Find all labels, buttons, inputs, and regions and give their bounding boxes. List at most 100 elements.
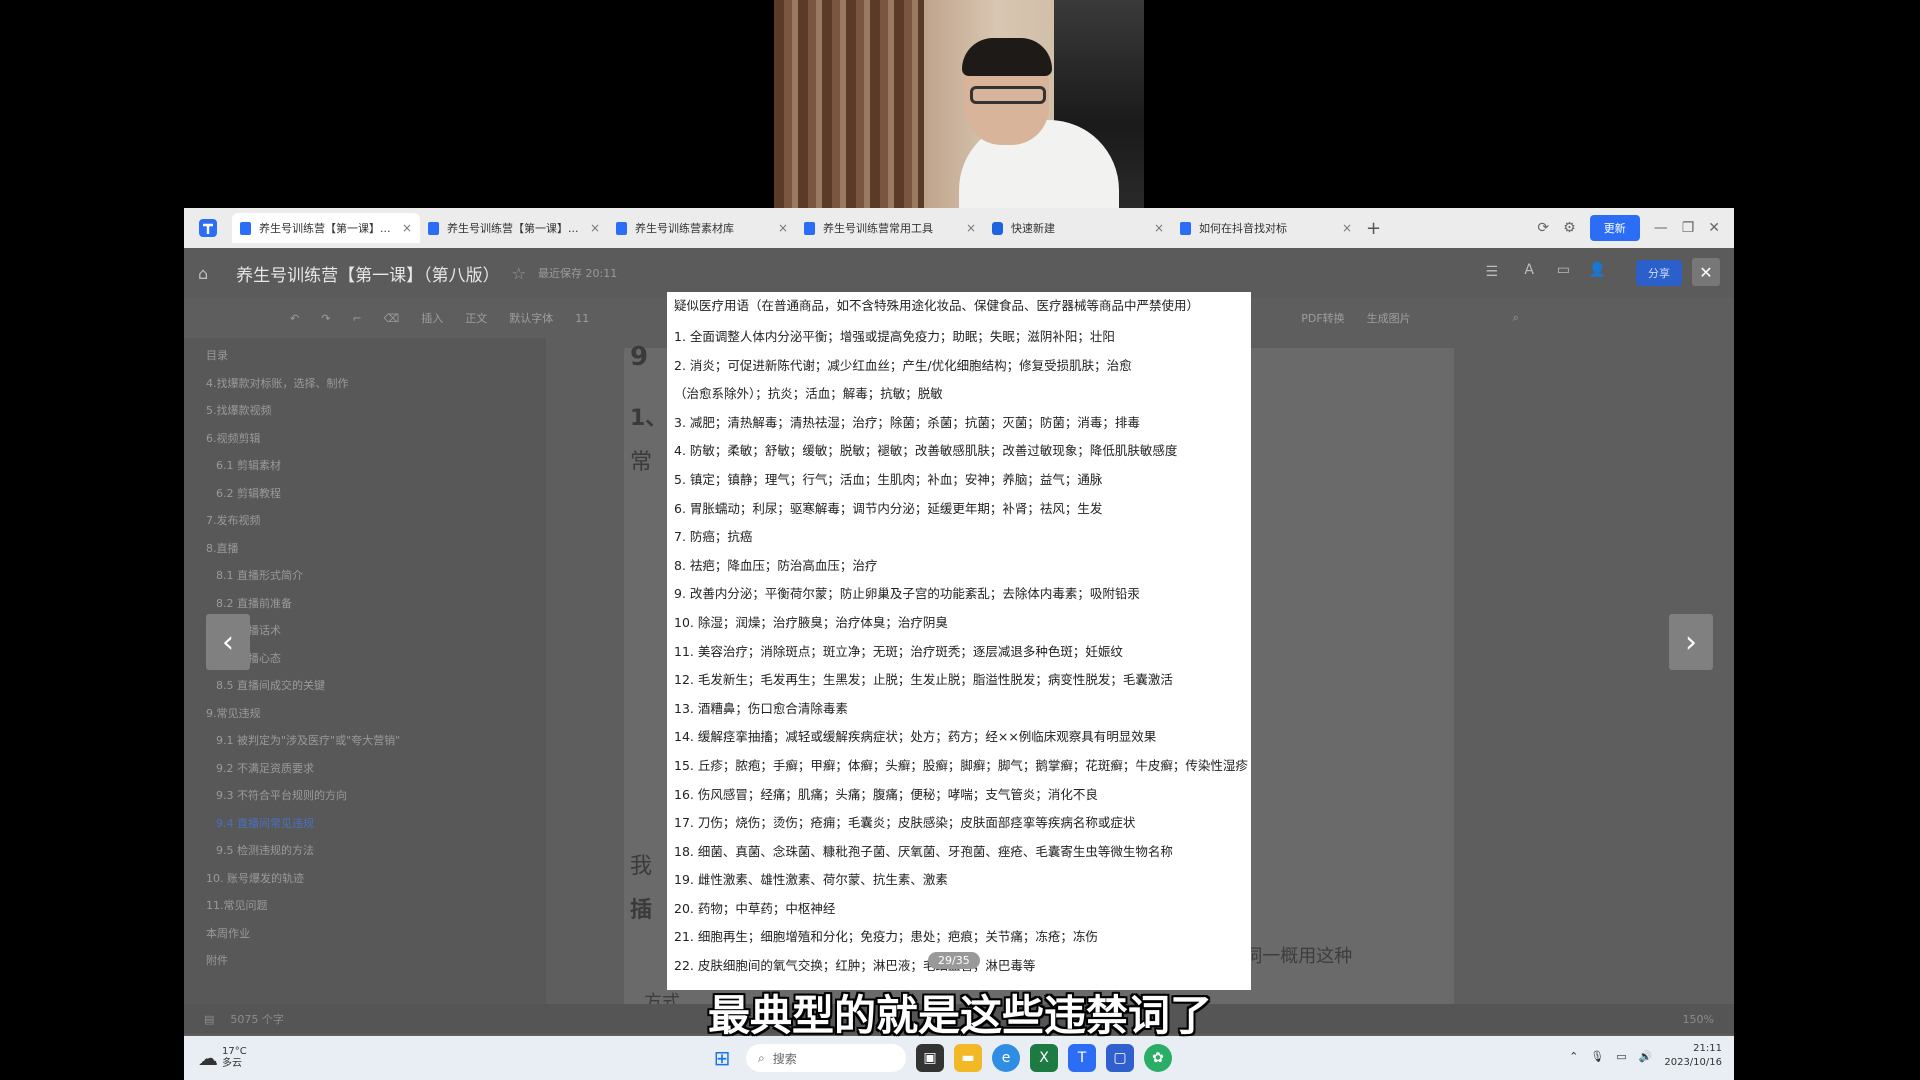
star-icon[interactable]: ☆ — [512, 264, 526, 283]
close-tab-icon[interactable]: × — [1154, 221, 1164, 235]
tab-doc-1[interactable]: 养生号训练营【第一课】... × — [232, 213, 420, 243]
outline-item[interactable]: 9.1 被判定为"涉及医疗"或"夸大营销" — [206, 727, 546, 755]
meeting-app-icon[interactable]: ▢ — [1106, 1044, 1134, 1072]
new-tab-icon[interactable]: + — [1366, 218, 1381, 239]
outline-item[interactable]: 9.4 直播间常见违规 — [206, 810, 546, 838]
tab-doc-4[interactable]: 养生号训练营常用工具 × — [796, 213, 984, 243]
outline-item[interactable]: 8.3 直播话术 — [206, 617, 546, 645]
style-select[interactable]: 正文 — [465, 310, 487, 326]
tab-quick-new[interactable]: 快速新建 × — [984, 213, 1172, 243]
size-select[interactable]: 11 — [575, 312, 589, 325]
close-preview-icon[interactable]: ✕ — [1692, 258, 1720, 286]
preview-line: 18. 细菌、真菌、念珠菌、糠秕孢子菌、厌氧菌、牙孢菌、痤疮、毛囊寄生虫等微生物… — [674, 843, 1173, 859]
tab-label: 快速新建 — [1011, 222, 1055, 235]
outline-item[interactable]: 8.5 直播间成交的关键 — [206, 672, 546, 700]
file-explorer-icon[interactable]: ▬ — [954, 1044, 982, 1072]
redo-icon[interactable]: ↷ — [321, 312, 330, 325]
close-tab-icon[interactable]: × — [1342, 221, 1352, 235]
format-painter-icon[interactable]: ⌐ — [352, 312, 361, 325]
search-placeholder: 搜索 — [772, 1051, 797, 1066]
outline-item[interactable]: 11.常见问题 — [206, 892, 546, 920]
clear-format-icon[interactable]: ⌫ — [384, 312, 400, 325]
preview-line: 16. 伤风感冒；经痛；肌痛；头痛；腹痛；便秘；哮喘；支气管炎；消化不良 — [674, 786, 1098, 802]
excel-icon[interactable]: X — [1030, 1044, 1058, 1072]
wechat-icon[interactable]: ✿ — [1144, 1044, 1172, 1072]
outline-item[interactable]: 附件 — [206, 947, 546, 975]
next-image-button[interactable]: › — [1669, 614, 1713, 670]
outline-list: 4.找爆款对标账，选择、制作 5.找爆款视频 6.视频剪辑 6.1 剪辑素材 6.2 剪… — [206, 370, 546, 975]
tab-label: 养生号训练营素材库 — [635, 222, 734, 235]
image-preview: 疑似医疗用语（在普通商品，如不含特殊用途化妆品、保健食品、医疗器械等商品中严禁使… — [667, 292, 1251, 990]
settings-icon[interactable]: ⚙ — [1563, 220, 1576, 236]
app-icon — [992, 221, 1003, 235]
outline-item[interactable]: 5.找爆款视频 — [206, 397, 546, 425]
edge-browser-icon[interactable]: e — [992, 1044, 1020, 1072]
preview-line: 21. 细胞再生；细胞增殖和分化；免疫力；患处；疤痕；关节痛；冻疮；冻伤 — [674, 929, 1098, 945]
menu-icon[interactable]: ☰ — [1485, 264, 1498, 280]
share-button[interactable]: 分享 — [1636, 260, 1682, 286]
undo-icon[interactable]: ↶ — [290, 312, 299, 325]
close-tab-icon[interactable]: × — [402, 221, 412, 235]
sync-icon[interactable]: ⟳ — [1537, 220, 1549, 236]
preview-line: （治愈系除外）；抗炎；活血；解毒；抗敏；脱敏 — [674, 386, 943, 402]
volume-icon[interactable]: 🔊 — [1639, 1050, 1653, 1063]
outline-item[interactable]: 8.4 直播心态 — [206, 645, 546, 673]
task-view-icon[interactable]: ▣ — [916, 1044, 944, 1072]
tab-doc-3[interactable]: 养生号训练营素材库 × — [608, 213, 796, 243]
search-icon[interactable]: ⌕ — [1513, 311, 1519, 325]
outline-item[interactable]: 6.视频剪辑 — [206, 425, 546, 453]
close-tab-icon[interactable]: × — [966, 221, 976, 235]
outline-item[interactable]: 9.2 不满足资质要求 — [206, 755, 546, 783]
outline-item[interactable]: 8.1 直播形式简介 — [206, 562, 546, 590]
taskbar-apps: ⊞ ⌕ 搜索 ▣ ▬ e X T ▢ ✿ — [708, 1044, 1172, 1072]
preview-line: 20. 药物；中草药；中枢神经 — [674, 900, 836, 916]
date: 2023/10/16 — [1664, 1057, 1722, 1068]
update-button[interactable]: 更新 — [1589, 215, 1640, 241]
outline-item[interactable]: 9.3 不符合平台规则的方向 — [206, 782, 546, 810]
weather-widget[interactable]: ☁ 17°C 多云 — [198, 1046, 247, 1070]
outline-item[interactable]: 8.2 直播前准备 — [206, 590, 546, 618]
mic-icon[interactable]: 🎙 — [1590, 1050, 1604, 1063]
font-size-icon[interactable]: A — [1524, 262, 1534, 278]
preview-line: 2. 消炎；可促进新陈代谢；减少红血丝；产生/优化细胞结构；修复受损肌肤；治愈 — [674, 357, 1132, 373]
network-icon[interactable]: ▭ — [1616, 1050, 1626, 1063]
insert-menu[interactable]: 插入 — [421, 310, 443, 326]
document-icon — [240, 221, 251, 235]
preview-line: 11. 美容治疗；消除斑点；斑立净；无斑；治疗斑秃；逐层减退多种色斑；妊娠纹 — [674, 643, 1123, 659]
document-icon — [1180, 221, 1191, 235]
tab-doc-6[interactable]: 如何在抖音找对标 × — [1172, 213, 1360, 243]
close-window-icon[interactable]: ✕ — [1708, 220, 1720, 236]
outline-item[interactable]: 6.2 剪辑教程 — [206, 480, 546, 508]
minimize-icon[interactable]: — — [1654, 220, 1668, 236]
generate-image-button[interactable]: 生成图片 — [1367, 310, 1411, 326]
weather-desc: 多云 — [222, 1058, 242, 1069]
outline-item[interactable]: 7.发布视频 — [206, 507, 546, 535]
outline-item[interactable]: 本周作业 — [206, 920, 546, 948]
restore-icon[interactable]: ❐ — [1682, 220, 1695, 236]
outline-item[interactable]: 4.找爆款对标账，选择、制作 — [206, 370, 546, 398]
home-icon[interactable]: ⌂ — [198, 264, 208, 283]
pdf-convert-button[interactable]: PDF转换 — [1301, 310, 1344, 326]
prev-image-button[interactable]: ‹ — [206, 614, 250, 670]
app-logo-icon[interactable] — [184, 208, 232, 248]
collaborator-icon[interactable]: 👤 — [1589, 262, 1606, 278]
outline-item[interactable]: 8.直播 — [206, 535, 546, 563]
clock[interactable]: 21:11 2023/10/16 — [1664, 1042, 1722, 1070]
taskbar-search[interactable]: ⌕ 搜索 — [746, 1044, 906, 1072]
outline-item[interactable]: 9.5 检测违规的方法 — [206, 837, 546, 865]
outline-item[interactable]: 10. 账号爆发的轨迹 — [206, 865, 546, 893]
font-select[interactable]: 默认字体 — [509, 310, 553, 326]
tab-doc-2[interactable]: 养生号训练营【第一课】... × — [420, 213, 608, 243]
tray-expand-icon[interactable]: ⌃ — [1569, 1050, 1578, 1063]
document-icon — [616, 221, 627, 235]
close-tab-icon[interactable]: × — [778, 221, 788, 235]
windows-start-icon[interactable]: ⊞ — [708, 1044, 736, 1072]
preview-line: 13. 酒糟鼻；伤口愈合清除毒素 — [674, 700, 848, 716]
preview-line: 1. 全面调整人体内分泌平衡；增强或提高免疫力；助眠；失眠；滋阴补阳；壮阳 — [674, 329, 1115, 344]
page-fragment: 常 — [630, 450, 653, 475]
outline-item[interactable]: 6.1 剪辑素材 — [206, 452, 546, 480]
docs-app-icon[interactable]: T — [1068, 1044, 1096, 1072]
close-tab-icon[interactable]: × — [590, 221, 600, 235]
present-icon[interactable]: ▭ — [1557, 262, 1570, 278]
outline-item[interactable]: 9.常见违规 — [206, 700, 546, 728]
